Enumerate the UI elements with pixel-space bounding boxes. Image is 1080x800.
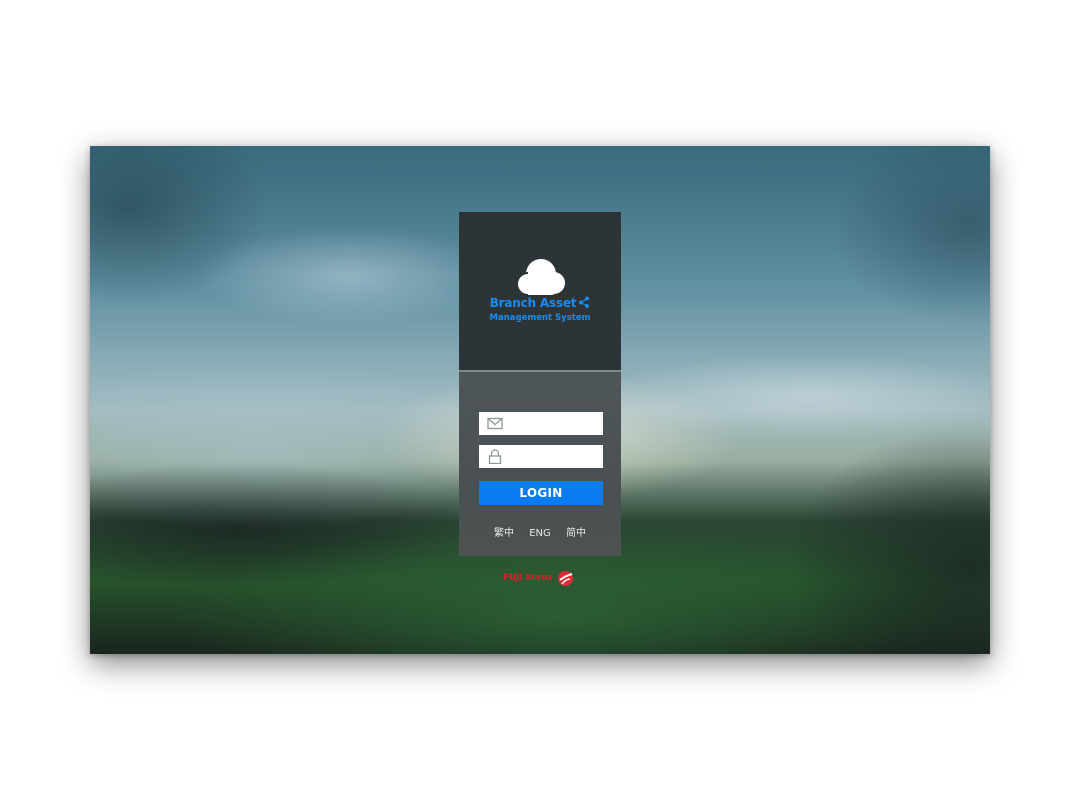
- password-input[interactable]: [509, 447, 599, 466]
- vendor-logo: FUJI Xerox: [500, 570, 590, 588]
- login-form: LOGIN 繁中 ENG 简中: [459, 372, 621, 556]
- email-input[interactable]: [509, 414, 599, 433]
- lang-simplified-chinese[interactable]: 简中: [566, 528, 586, 539]
- password-field[interactable]: [479, 445, 603, 468]
- fuji-xerox-logo-icon: [558, 571, 573, 586]
- lock-icon: [488, 449, 502, 464]
- cloud-icon: [516, 259, 565, 296]
- share-icon: [579, 296, 590, 308]
- logo-panel: Branch Asset Management System: [459, 212, 621, 372]
- lang-english[interactable]: ENG: [529, 528, 551, 539]
- language-switcher: 繁中 ENG 简中: [459, 524, 621, 539]
- brand-title-text: Branch Asset: [489, 296, 577, 310]
- vendor-name: FUJI Xerox: [503, 573, 553, 583]
- lang-traditional-chinese[interactable]: 繁中: [494, 528, 514, 539]
- login-card: Branch Asset Management System LOGIN 繁中 …: [459, 212, 621, 556]
- envelope-icon: [487, 417, 503, 430]
- brand-title: Branch Asset: [459, 296, 621, 310]
- brand-subtitle: Management System: [489, 313, 591, 323]
- login-screen: Branch Asset Management System LOGIN 繁中 …: [90, 146, 990, 654]
- email-field[interactable]: [479, 412, 603, 435]
- login-button[interactable]: LOGIN: [479, 481, 603, 505]
